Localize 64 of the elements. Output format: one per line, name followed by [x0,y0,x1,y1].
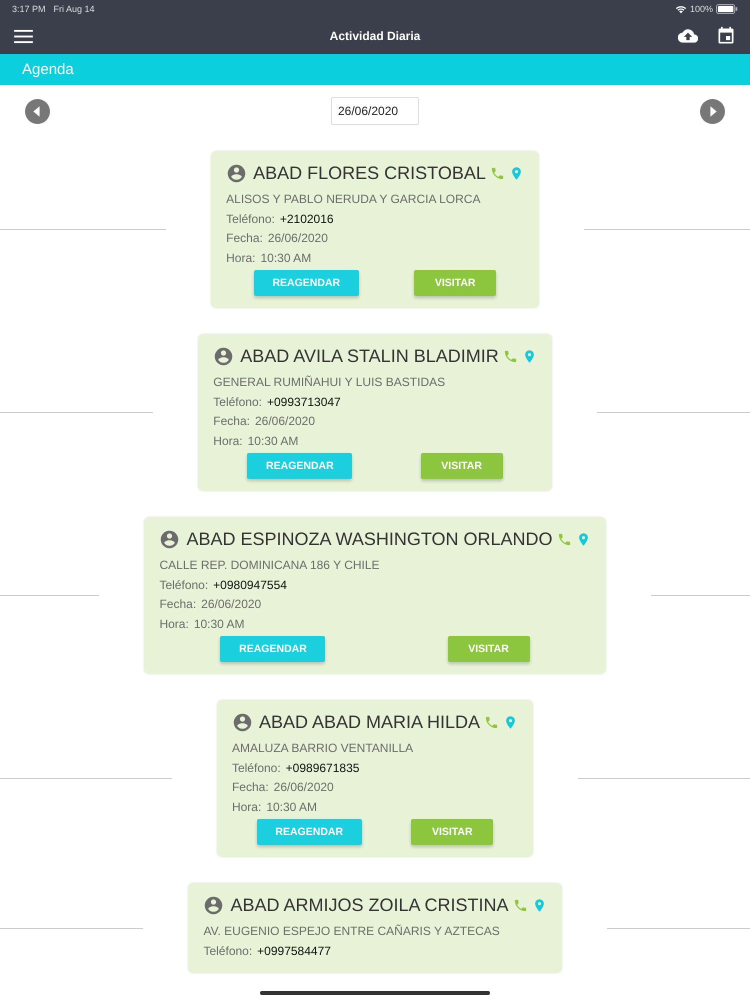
phone-number: +0989671835 [286,760,360,776]
visit-button[interactable]: VISITAR [448,636,530,662]
phone-number: +0980947554 [213,576,287,594]
field-label: Fecha: [226,230,263,247]
phone-number: +2102016 [280,210,334,228]
phone-icon[interactable] [502,349,518,364]
time-value: 10:30 AM [248,432,298,450]
address-text: ALISOS Y PABLO NERUDA Y GARCIA LORCA [226,191,482,208]
field-label: Teléfono: [159,576,208,594]
field-label: Teléfono: [203,942,252,960]
reschedule-button[interactable]: REAGENDAR [220,636,326,662]
field-label: Hora: [226,250,256,266]
phone-icon[interactable] [490,166,505,181]
field-label: Fecha: [232,779,269,796]
reschedule-button[interactable]: REAGENDAR [256,819,362,845]
client-name: ABAD ARMIJOS ZOILA CRISTINA [230,895,509,916]
date-value: 26/06/2020 [254,413,316,430]
address-text: AMALUZA BARRIO VENTANILLA [232,740,414,757]
field-label: Hora: [159,616,189,632]
wifi-icon [674,4,687,14]
phone-icon[interactable] [556,532,572,547]
battery-percent: 100% [690,4,713,14]
address-text: GENERAL RUMIÑAHUI Y LUIS BASTIDAS [213,374,446,391]
address-text: AV. EUGENIO ESPEJO ENTRE CAÑARIS Y AZTECAS [203,923,501,940]
field-label: Teléfono: [232,760,281,776]
phone-icon[interactable] [484,715,500,730]
client-name: ABAD ESPINOZA WASHINGTON ORLANDO [186,529,553,550]
phone-icon[interactable] [512,898,528,913]
reschedule-button[interactable]: REAGENDAR [254,270,359,296]
date-value: 26/06/2020 [201,596,262,613]
time-value: 10:30 AM [266,798,318,816]
client-name: ABAD FLORES CRISTOBAL [253,163,486,184]
visit-button[interactable]: VISITAR [411,819,494,845]
person-icon [203,895,224,916]
visit-button[interactable]: VISITAR [414,270,496,296]
status-date: Fri Aug 14 [54,4,95,14]
section-title: Agenda [22,61,74,78]
person-icon [232,712,253,733]
menu-icon[interactable] [14,28,33,44]
field-label: Fecha: [159,596,196,613]
time-value: 10:30 AM [194,616,245,632]
client-name: ABAD ABAD MARIA HILDA [258,712,480,733]
phone-number: +0997584477 [257,942,331,960]
field-label: Teléfono: [213,394,262,410]
date-value: 26/06/2020 [268,230,328,247]
calendar-icon[interactable] [716,26,736,46]
date-field[interactable]: 26/06/2020 [331,97,419,125]
field-label: Hora: [213,432,243,450]
field-label: Hora: [232,798,262,816]
phone-number: +0993713047 [266,394,341,410]
field-label: Teléfono: [226,210,275,228]
date-value: 26/06/2020 [274,779,334,796]
client-name: ABAD AVILA STALIN BLADIMIR [240,346,499,367]
status-time: 3:17 PM [12,4,46,14]
page-title: Actividad Diaria [330,29,420,43]
battery-icon [716,4,738,14]
reschedule-button[interactable]: REAGENDAR [247,453,352,479]
address-text: CALLE REP. DOMINICANA 186 Y CHILE [159,557,381,574]
visit-button[interactable]: VISITAR [420,453,503,479]
person-icon [159,529,180,550]
field-label: Fecha: [213,413,250,430]
person-icon [226,163,248,184]
person-icon [213,346,234,367]
time-value: 10:30 AM [260,250,312,266]
